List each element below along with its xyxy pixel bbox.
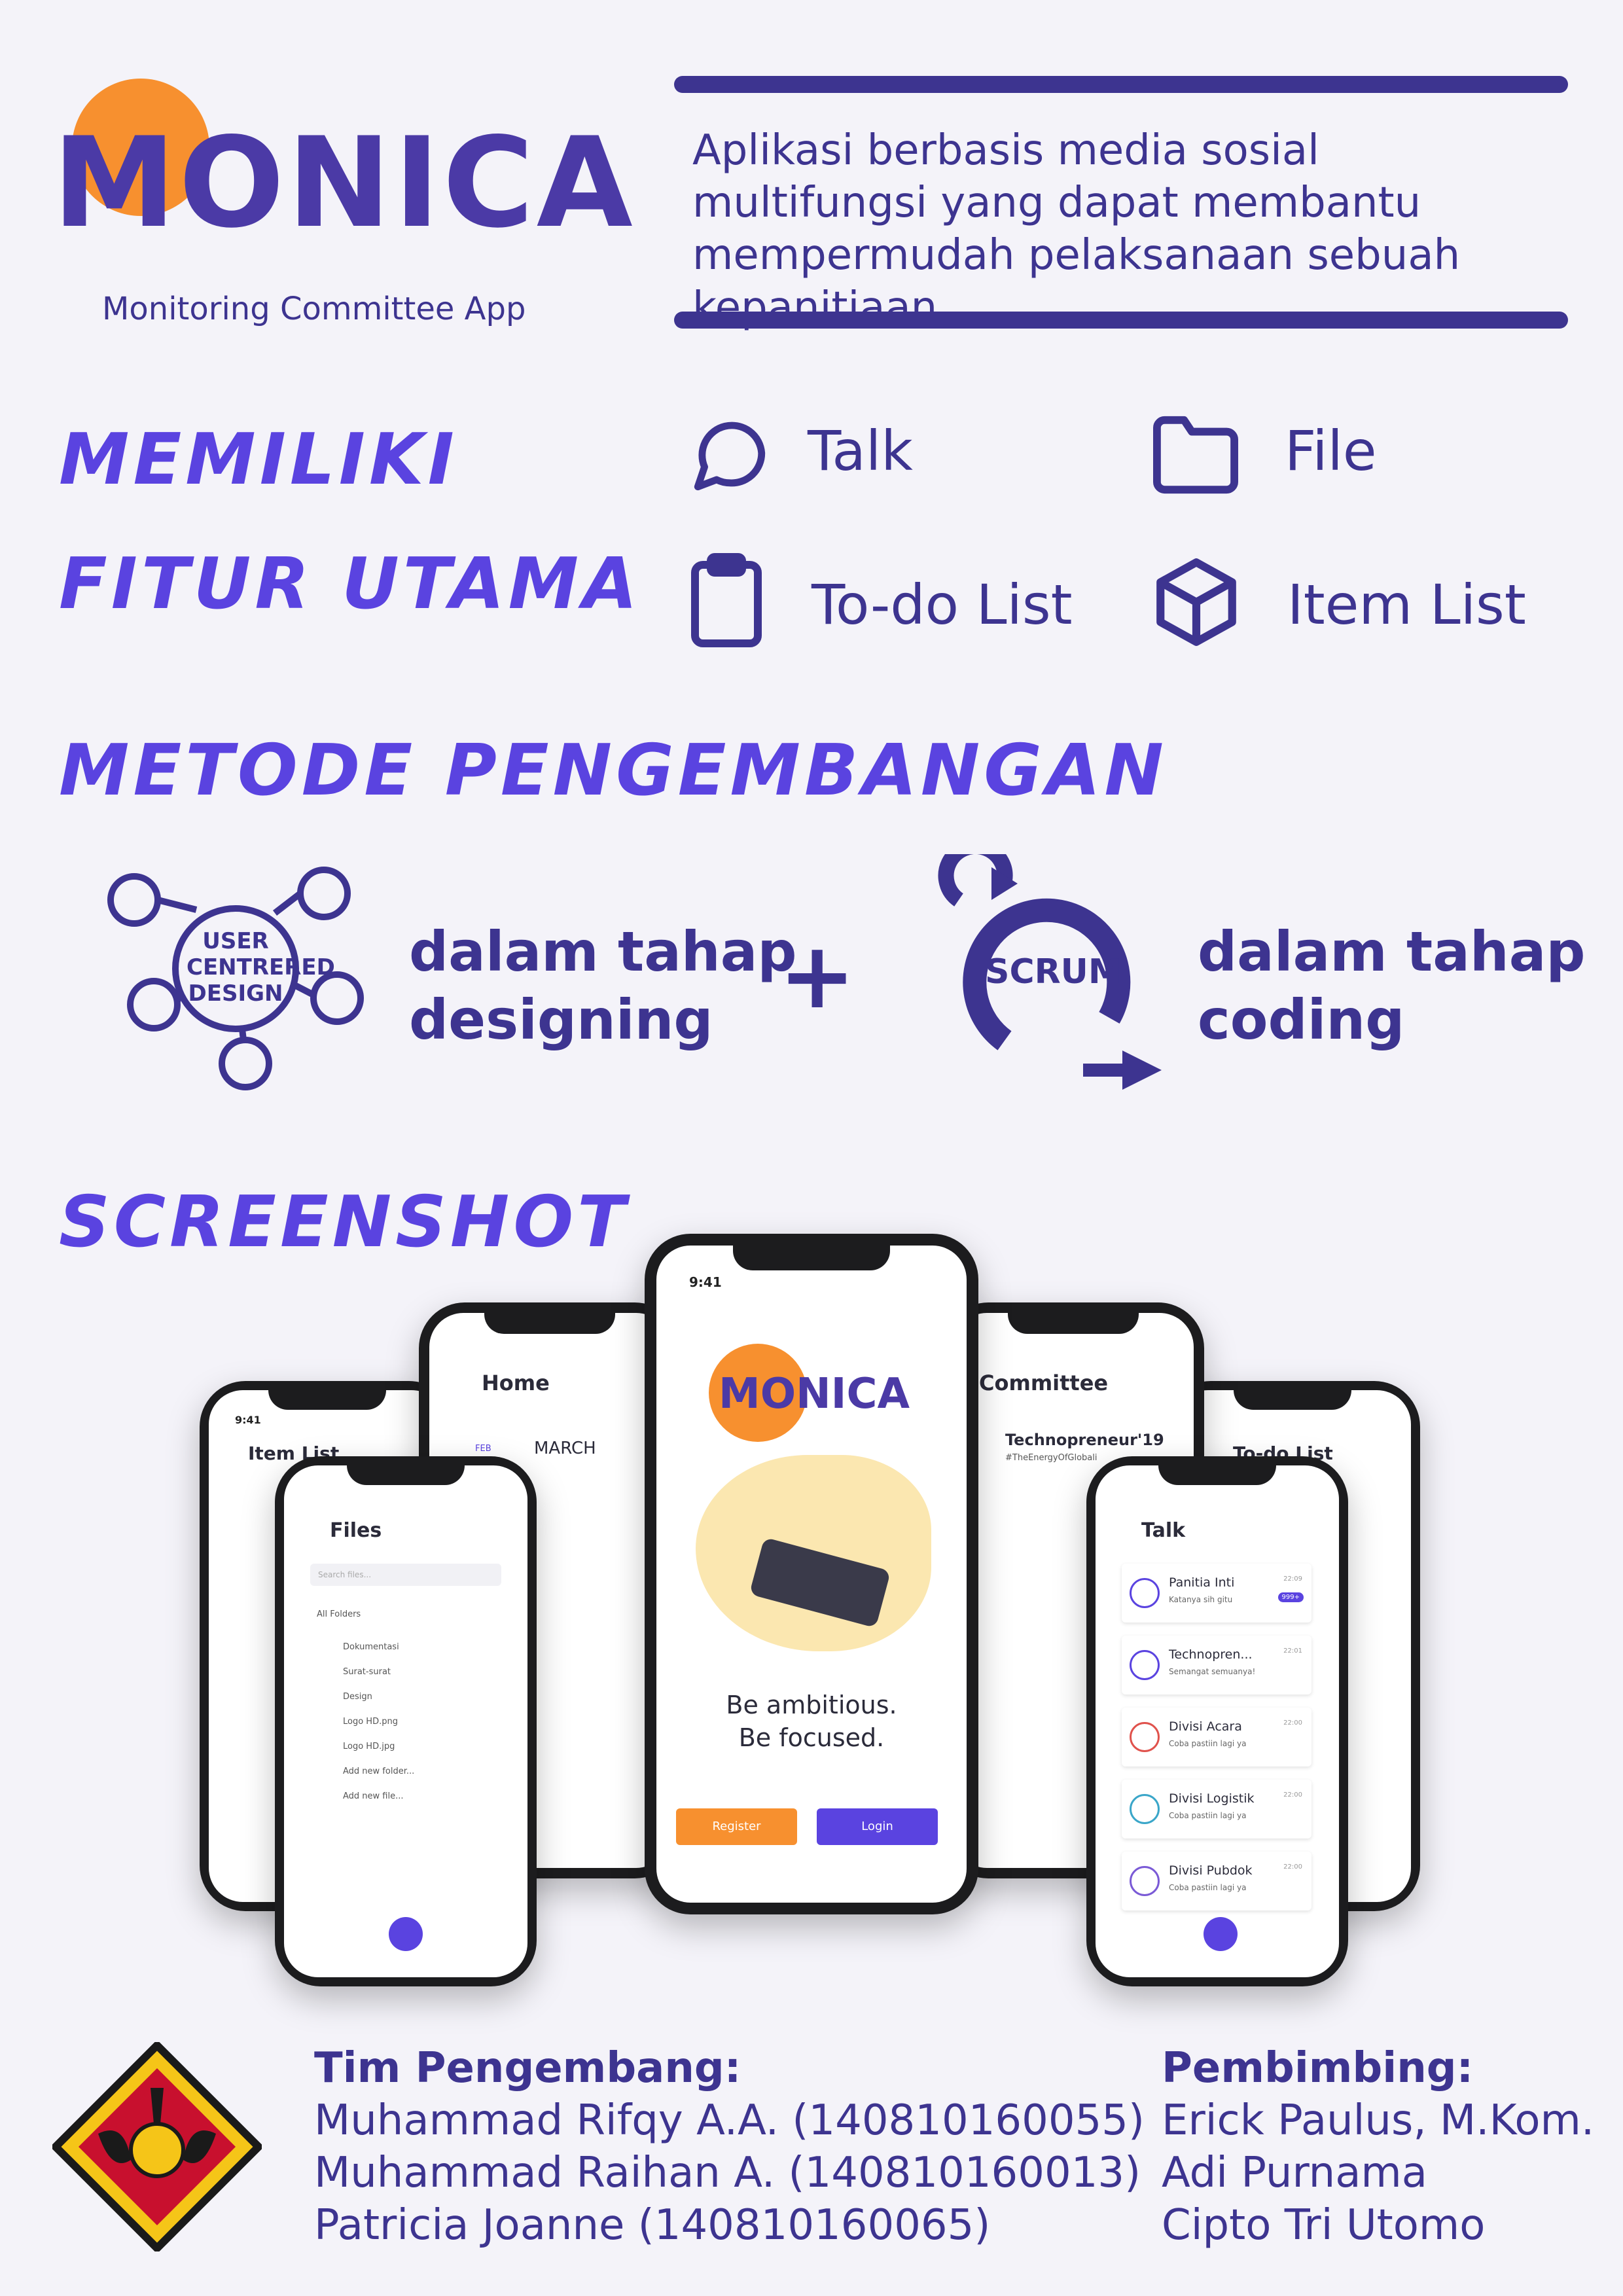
talk-title: Talk [1141,1519,1186,1542]
ucd-text-line1: dalam tahap [409,920,797,984]
team-member: Patricia Joanne (140810160065) [314,2201,991,2250]
chat-time: 22:00 [1283,1719,1302,1727]
team-credits: Tim Pengembang: Muhammad Rifqy A.A. (140… [314,2042,1145,2251]
calendar-prev-month[interactable]: FEB [475,1444,491,1454]
scrum-text-line1: dalam tahap [1198,920,1586,984]
scrum-text-line2: coding [1198,988,1405,1052]
committee-event: Technopreneur'19 [1005,1431,1164,1449]
chat-msg: Katanya sih gitu [1169,1595,1233,1604]
feature-file: File [1149,406,1541,511]
chat-name: Divisi Logistik [1169,1791,1255,1806]
logo: MONICA Monitoring Committee App [52,72,633,327]
chat-item[interactable]: Divisi Pubdok Coba pastiin lagi ya 22:00 [1122,1852,1311,1910]
tagline-top-rule [674,76,1568,93]
committee-tag: #TheEnergyOfGlobali [1005,1453,1097,1463]
group-avatar [1130,1722,1160,1752]
team-heading: Tim Pengembang: [314,2044,741,2092]
group-avatar [1130,1866,1160,1896]
files-entry-2[interactable]: Design [343,1692,372,1702]
ucd-diagram: USER CENTRERED DESIGN [98,864,373,1093]
feature-talk-label: Talk [808,419,913,483]
status-time: 9:41 [235,1414,261,1426]
files-entry-6[interactable]: Add new file... [343,1791,404,1801]
tagline-bottom-rule [674,312,1568,329]
chat-time: 22:00 [1283,1863,1302,1871]
chat-item[interactable]: Technopren... Semangat semuanya! 22:01 [1122,1636,1311,1695]
features-heading-line1: MEMILIKI [59,419,458,501]
feature-file-label: File [1285,419,1377,483]
team-member: Muhammad Rifqy A.A. (140810160055) [314,2096,1145,2145]
group-avatar [1130,1650,1160,1680]
group-avatar [1130,1794,1160,1824]
welcome-line2: Be focused. [738,1723,885,1752]
mentor-credits: Pembimbing: Erick Paulus, M.Kom. Adi Pur… [1162,2042,1594,2251]
files-section: All Folders [317,1609,361,1619]
mentor-heading: Pembimbing: [1162,2044,1474,2092]
scrum-label: SCRUM [985,952,1122,992]
calendar-month: MARCH [534,1439,596,1458]
files-entry-0[interactable]: Dokumentasi [343,1642,399,1652]
chat-time: 22:01 [1283,1647,1302,1655]
phone-files: Files Search files... All Folders Dokume… [275,1456,537,1986]
login-button[interactable]: Login [817,1808,938,1845]
chat-msg: Coba pastiin lagi ya [1169,1811,1247,1820]
home-nav-button[interactable] [389,1917,423,1951]
features-heading-line2: FITUR UTAMA [59,543,641,625]
files-entry-3[interactable]: Logo HD.png [343,1717,398,1727]
feature-item-list: Item List [1149,553,1574,658]
files-entry-5[interactable]: Add new folder... [343,1767,414,1776]
box-icon [1156,558,1236,646]
feature-item-list-label: Item List [1287,573,1526,637]
screenshot-heading: SCREENSHOT [59,1181,630,1263]
files-search-input[interactable]: Search files... [310,1564,501,1586]
chat-item[interactable]: Divisi Logistik Coba pastiin lagi ya 22:… [1122,1780,1311,1839]
phone-talk: Talk Panitia Inti Katanya sih gitu 22:09… [1086,1456,1348,1986]
welcome-line1: Be ambitious. [726,1691,897,1719]
files-entry-4[interactable]: Logo HD.jpg [343,1742,395,1751]
chat-badge: 999+ [1277,1592,1304,1602]
clipboard-icon [691,553,762,647]
chat-item[interactable]: Panitia Inti Katanya sih gitu 22:09 999+ [1122,1564,1311,1623]
chat-msg: Coba pastiin lagi ya [1169,1883,1247,1892]
chat-msg: Coba pastiin lagi ya [1169,1739,1247,1748]
group-avatar [1130,1578,1160,1608]
files-title: Files [330,1519,382,1542]
mentor-name: Cipto Tri Utomo [1162,2201,1486,2250]
chat-msg: Semangat semuanya! [1169,1667,1256,1676]
methods-heading: METODE PENGEMBANGAN [59,730,1168,812]
folder-icon [1152,416,1238,494]
mentor-name: Adi Purnama [1162,2149,1427,2197]
chat-time: 22:00 [1283,1791,1302,1799]
register-button[interactable]: Register [676,1808,797,1845]
scrum-text: dalam tahap coding [1198,918,1586,1054]
plus-sign: + [779,923,856,1030]
phone-welcome: 9:41 MONICA Be ambitious. Be focused. Re… [645,1234,978,1914]
chat-time: 22:09 [1283,1575,1302,1583]
chat-name: Divisi Acara [1169,1719,1242,1734]
team-member: Muhammad Raihan A. (140810160013) [314,2149,1141,2197]
chat-bubble-icon [694,422,766,491]
welcome-logo: MONICA [719,1370,910,1418]
chat-name: Divisi Pubdok [1169,1863,1253,1878]
chat-item[interactable]: Divisi Acara Coba pastiin lagi ya 22:00 [1122,1708,1311,1767]
committee-title: Committee [979,1371,1109,1395]
logo-subtitle: Monitoring Committee App [102,291,526,327]
ucd-text: dalam tahap designing [409,918,797,1054]
home-title: Home [482,1371,550,1395]
feature-talk: Talk [687,406,1080,511]
tagline-text: Aplikasi berbasis media sosial multifung… [692,126,1461,332]
scrum-diagram: SCRUM [906,854,1168,1090]
status-time-center: 9:41 [689,1274,722,1290]
ucd-text-line2: designing [409,988,713,1052]
chat-name: Technopren... [1169,1647,1253,1662]
ucd-label: USER CENTRERED DESIGN [187,928,335,1007]
feature-todo: To-do List [687,553,1145,658]
chat-name: Panitia Inti [1169,1575,1235,1590]
home-nav-button[interactable] [1204,1917,1238,1951]
feature-todo-label: To-do List [812,573,1073,637]
university-emblem [50,2039,264,2254]
logo-wordmark: MONICA [52,111,635,255]
files-entry-1[interactable]: Surat-surat [343,1667,391,1677]
mentor-name: Erick Paulus, M.Kom. [1162,2096,1595,2145]
